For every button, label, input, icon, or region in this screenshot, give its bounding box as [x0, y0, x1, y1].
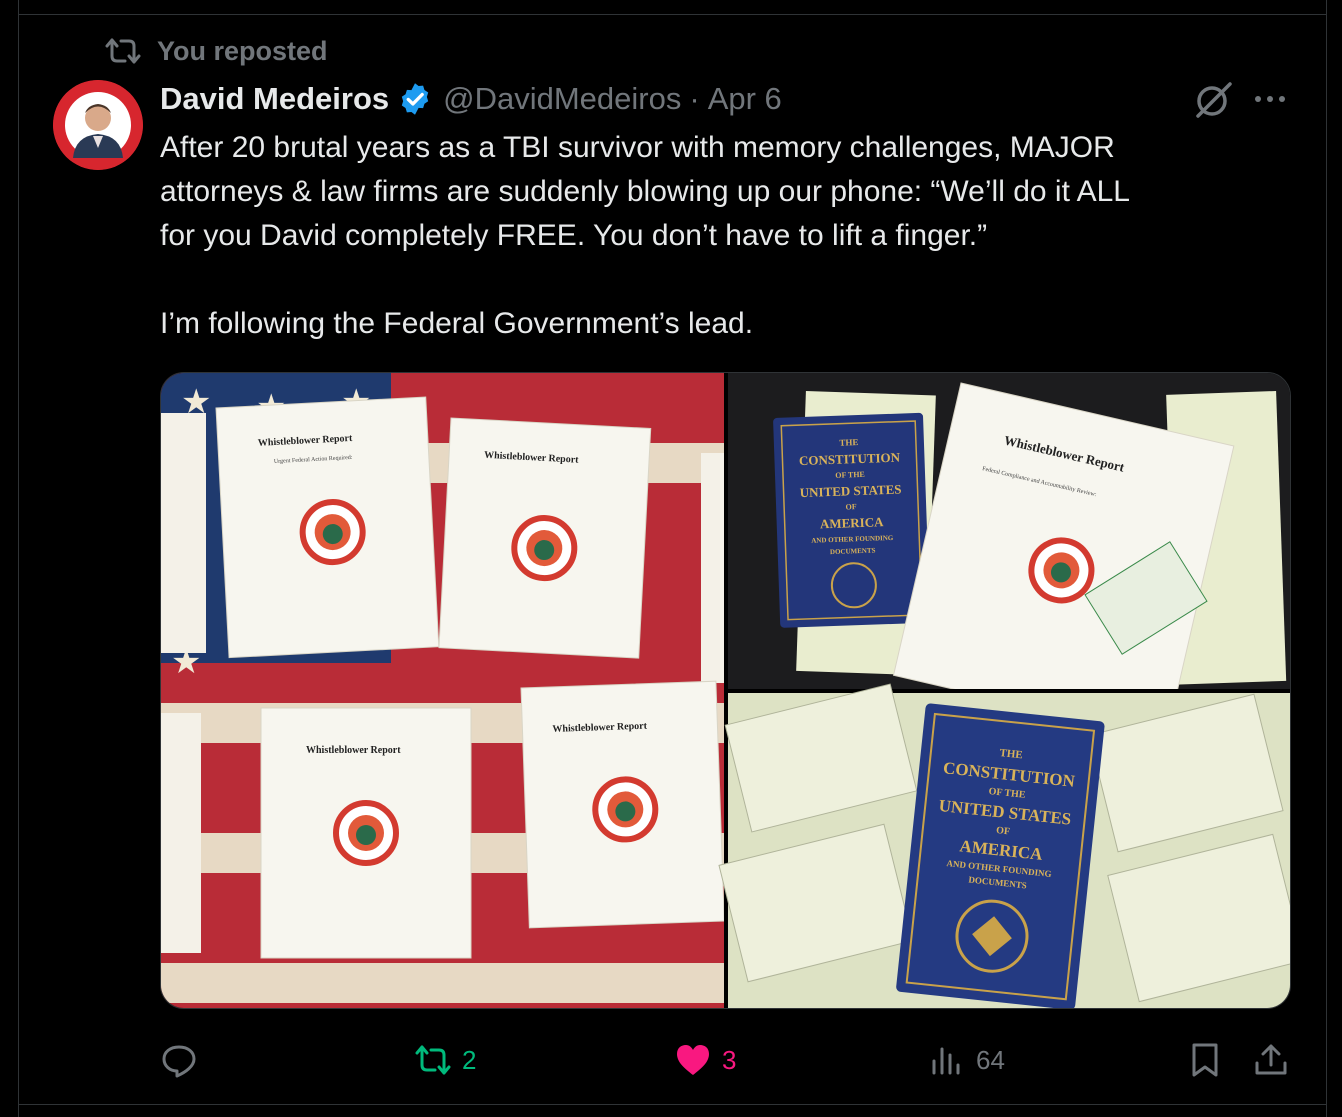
tweet-header: David Medeiros @DavidMedeiros · Apr 6: [160, 78, 782, 120]
book-line: OF: [845, 502, 857, 511]
reply-icon: [162, 1045, 196, 1078]
grok-icon[interactable]: [1192, 80, 1234, 120]
separator-dot: ·: [689, 81, 700, 116]
tweet-text-line: I’m following the Federal Government’s l…: [160, 307, 754, 340]
book-line: THE: [839, 437, 858, 448]
tweet-text: After 20 brutal years as a TBI survivor …: [160, 126, 1290, 346]
book-line: OF: [996, 825, 1011, 837]
avatar-image: [53, 80, 143, 170]
repost-icon: [415, 1045, 451, 1075]
book-line: THE: [999, 747, 1023, 761]
bookmark-button[interactable]: [1186, 1038, 1224, 1082]
repost-banner[interactable]: You reposted: [105, 34, 328, 68]
tweet-text-line: for you David completely FREE. You don’t…: [160, 219, 988, 252]
views-button[interactable]: 64: [928, 1038, 1005, 1082]
report-title: Whistleblower Report: [306, 745, 401, 756]
verified-badge-icon: [401, 83, 429, 115]
more-options-icon[interactable]: [1250, 82, 1290, 116]
media-collage: ★ ★ ★ ★ Whistleblower Report Urgent Fede…: [161, 373, 1291, 1009]
author-handle[interactable]: @DavidMedeiros: [443, 81, 681, 117]
views-chart-icon: [932, 1047, 960, 1075]
book-line: DOCUMENTS: [830, 547, 876, 557]
tweet-text-line: attorneys & law firms are suddenly blowi…: [160, 175, 1130, 208]
media-image-constitution-on-receipts[interactable]: THE CONSTITUTION OF THE UNITED STATES OF…: [718, 683, 1291, 1009]
media-image-constitution-and-report[interactable]: THE CONSTITUTION OF THE UNITED STATES OF…: [728, 373, 1291, 739]
book-line: AMERICA: [820, 514, 885, 531]
bookmark-icon: [1192, 1043, 1218, 1077]
share-icon: [1255, 1044, 1287, 1075]
author-name[interactable]: David Medeiros: [160, 81, 389, 117]
frame-left-border: [18, 0, 19, 1117]
repost-count: 2: [462, 1044, 477, 1075]
frame-bottom-border: [18, 1104, 1327, 1105]
tweet-text-line: After 20 brutal years as a TBI survivor …: [160, 131, 1115, 164]
tweet-media-grid[interactable]: ★ ★ ★ ★ Whistleblower Report Urgent Fede…: [160, 372, 1291, 1009]
frame-right-border: [1326, 0, 1327, 1117]
frame-top-border: [18, 14, 1327, 15]
media-image-binders-on-flag[interactable]: ★ ★ ★ ★ Whistleblower Report Urgent Fede…: [161, 373, 725, 1009]
repost-banner-text: You reposted: [157, 35, 328, 66]
reply-button[interactable]: [160, 1038, 198, 1082]
views-count: 64: [976, 1044, 1005, 1075]
repost-icon: [105, 38, 141, 64]
author-avatar[interactable]: [53, 80, 143, 170]
heart-icon: [677, 1045, 709, 1075]
like-count: 3: [722, 1044, 737, 1075]
book-line: OF THE: [835, 470, 865, 480]
share-button[interactable]: [1252, 1038, 1290, 1082]
tweet-date[interactable]: Apr 6: [708, 81, 782, 117]
repost-button[interactable]: 2: [414, 1038, 476, 1082]
like-button[interactable]: 3: [674, 1038, 736, 1082]
